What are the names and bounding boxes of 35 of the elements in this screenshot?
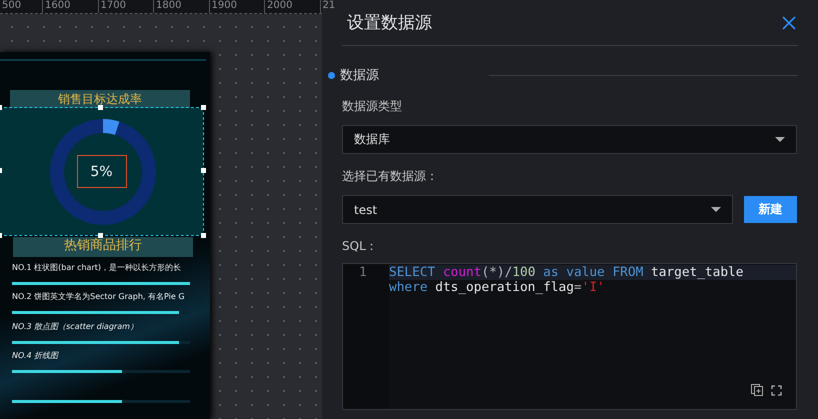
ranking-text: NO.1 柱状图(bar chart)，是一种以长方形的长	[12, 262, 182, 274]
copy-icon[interactable]	[751, 384, 763, 396]
caret-icon	[775, 137, 785, 142]
line-number: 1	[358, 264, 368, 280]
ranking-text: NO.3 散点图（scatter diagram）	[12, 320, 139, 333]
caret-icon	[711, 207, 721, 212]
ruler-label: 1700	[98, 0, 153, 13]
sql-editor[interactable]: 1 SELECT count(*)/100 as value FROM target_table where dts_operation_flag='I'	[342, 263, 797, 410]
field-label: SQL：	[342, 238, 379, 255]
resize-handle[interactable]	[98, 233, 103, 238]
ruler-label: 500	[1, 0, 22, 13]
resize-handle[interactable]	[98, 105, 103, 110]
ranking-text: NO.2 饼图英文学名为Sector Graph, 有名Pie G	[12, 291, 186, 303]
section-title: 数据源	[340, 67, 379, 84]
chart-title: 销售目标达成率	[10, 90, 190, 108]
fullscreen-icon[interactable]	[771, 384, 782, 396]
source-select[interactable]: test	[342, 195, 733, 224]
chart-title: 热销商品排行	[13, 237, 193, 257]
ruler-label: 1800	[153, 0, 208, 13]
code-line: where dts_operation_flag='I'	[389, 280, 606, 295]
field-label: 选择已有数据源：	[342, 168, 439, 185]
resize-handle[interactable]	[201, 105, 206, 110]
gauge-value: 5%	[76, 155, 126, 188]
panel-title: 设置数据源	[346, 12, 432, 34]
field-label: 数据源类型	[342, 98, 403, 115]
ruler-label: 1900	[208, 0, 264, 13]
ruler-label: 2000	[264, 0, 320, 13]
gauge-widget[interactable]: 5%	[0, 108, 203, 235]
section-dot-icon	[328, 72, 335, 78]
close-icon[interactable]	[782, 16, 796, 30]
ruler-label: 1600	[42, 0, 98, 13]
resize-handle[interactable]	[201, 233, 206, 238]
resize-handle[interactable]	[201, 168, 206, 173]
ranking-text: NO.4 折线图	[12, 350, 60, 362]
type-select[interactable]: 数据库	[342, 125, 797, 154]
